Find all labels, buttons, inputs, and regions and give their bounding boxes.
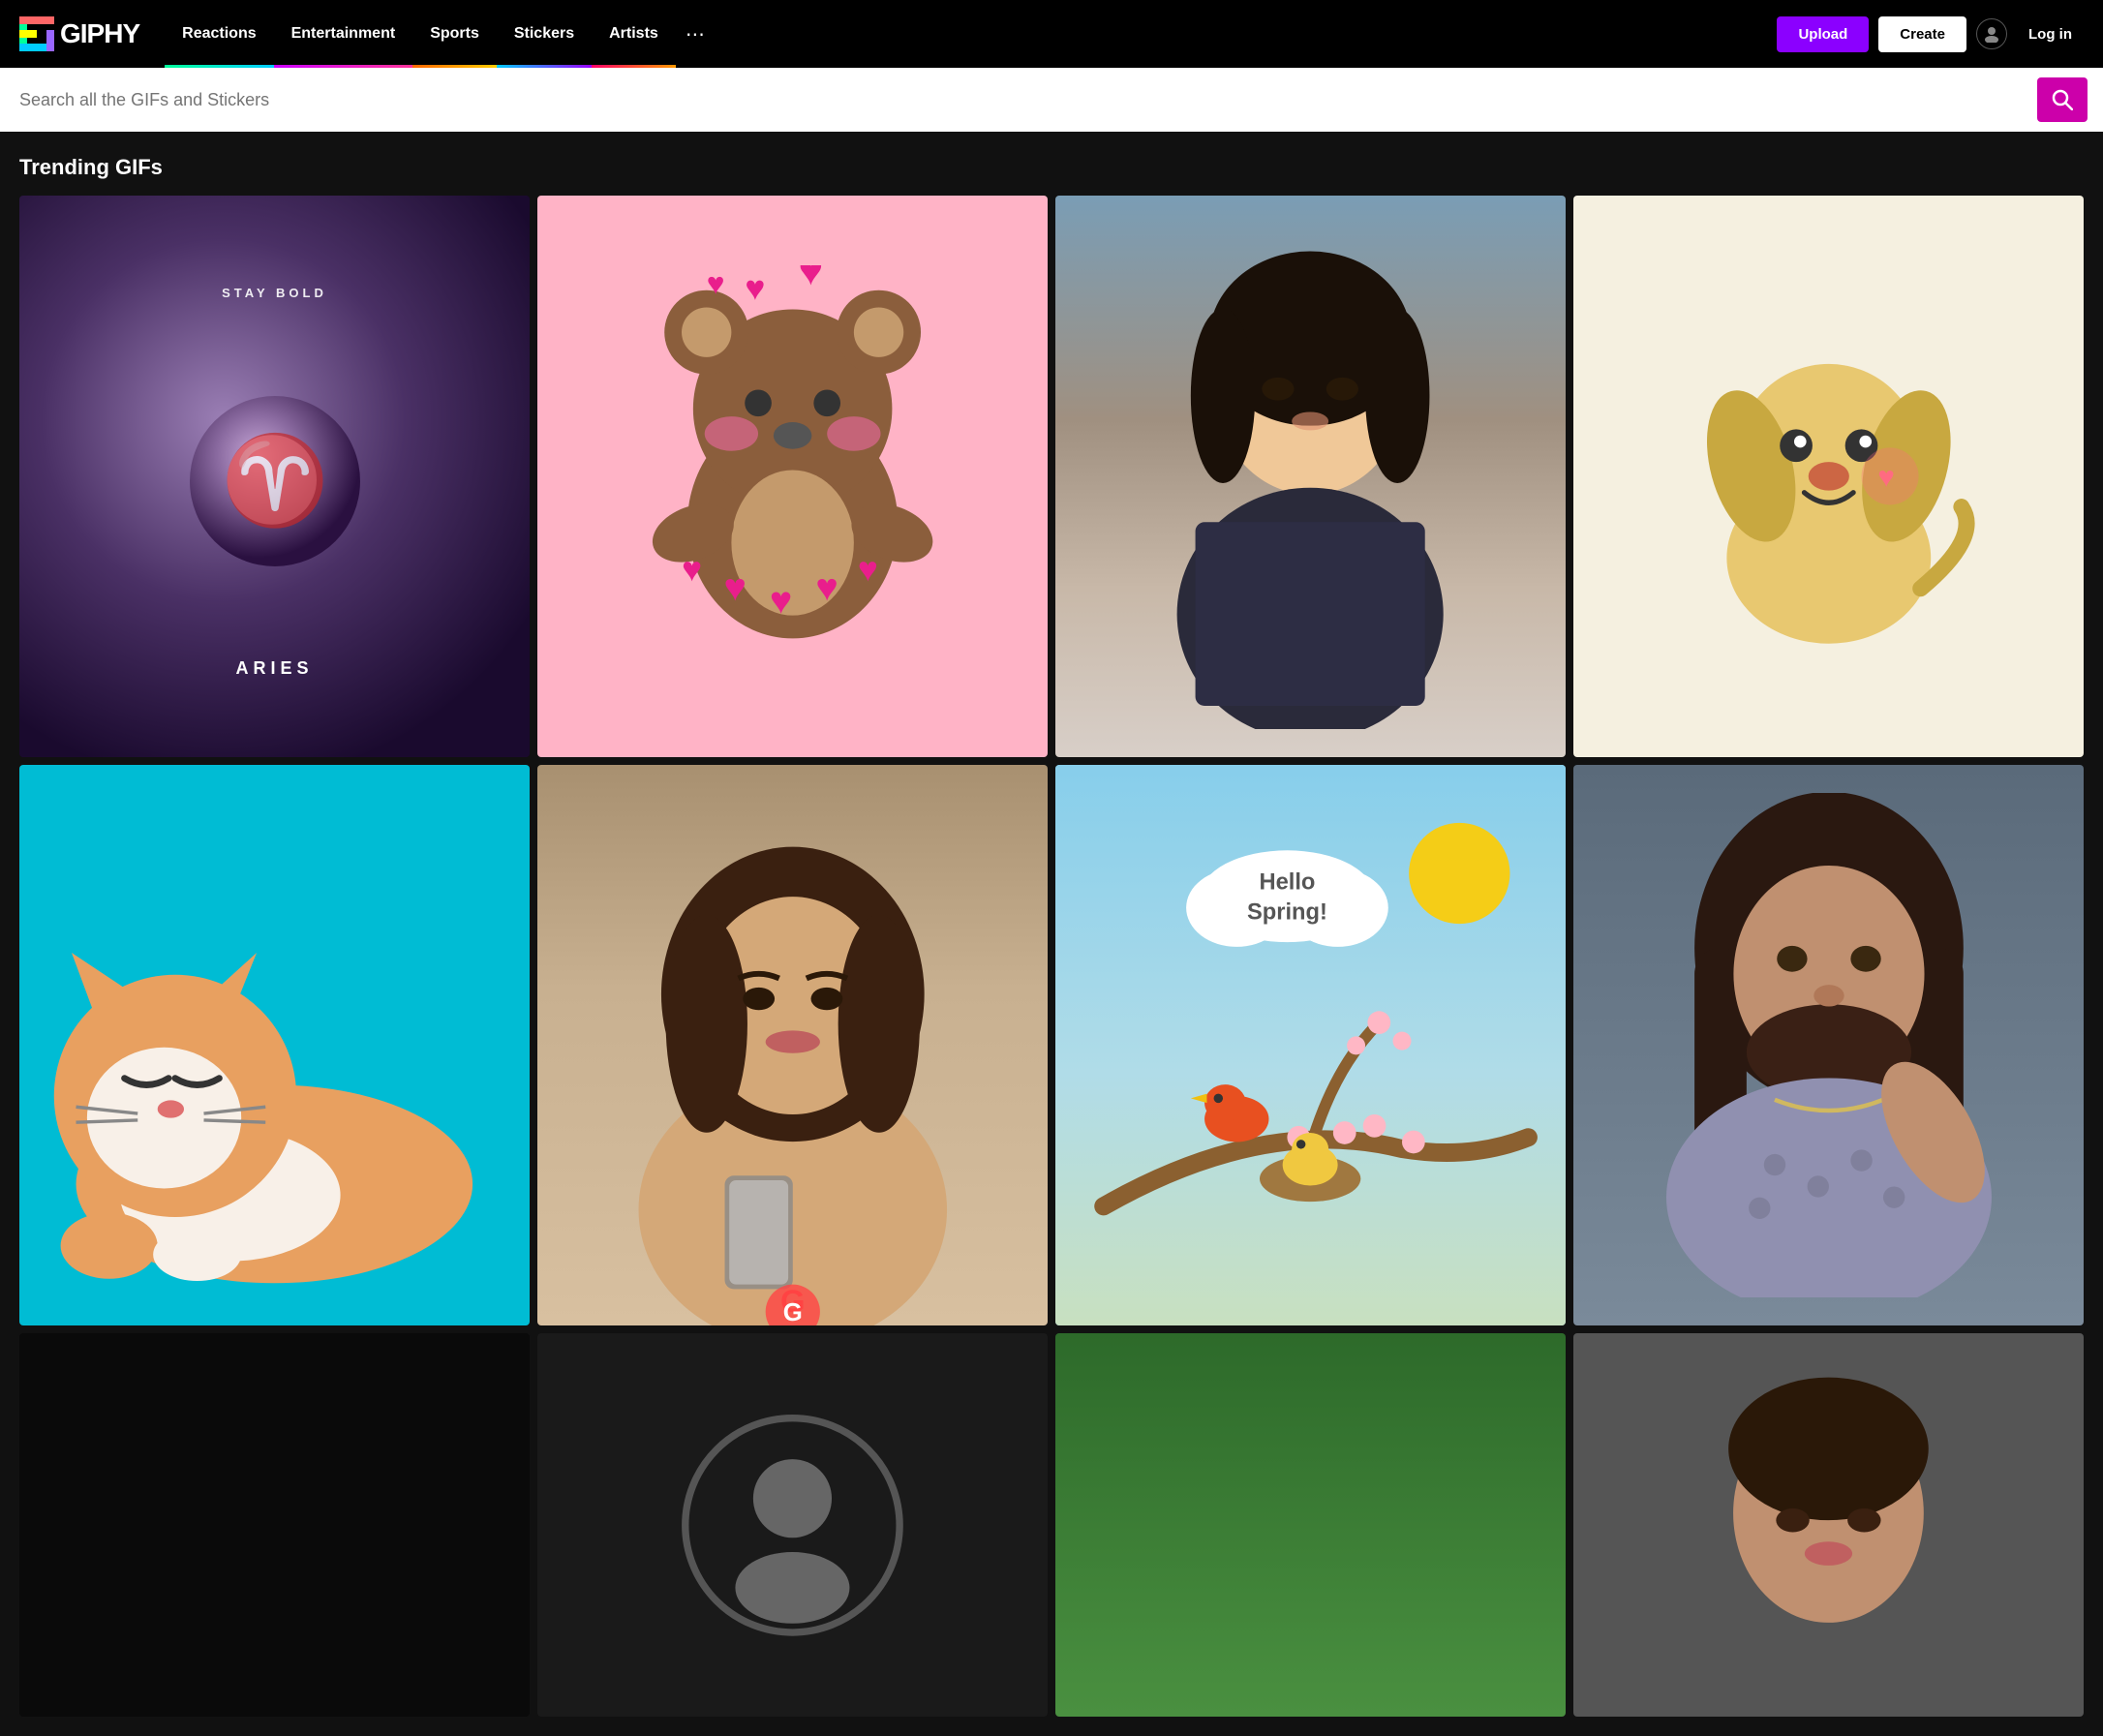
face-svg <box>1650 1372 2007 1678</box>
svg-text:♥: ♥ <box>682 551 702 590</box>
search-bar <box>0 68 2103 132</box>
dog-svg: ♥ <box>1625 252 2033 701</box>
person-svg <box>1081 224 1539 729</box>
svg-text:♥: ♥ <box>858 551 878 590</box>
gif-bottom-green[interactable] <box>1055 1333 1566 1716</box>
gif-jason[interactable] <box>1573 765 2084 1326</box>
trending-title: Trending GIFs <box>19 155 2084 180</box>
user-icon[interactable] <box>1976 18 2007 49</box>
gif-dog[interactable]: ♥ <box>1573 196 2084 757</box>
gif-grid-row2: G G Hello Spring! <box>19 765 2084 1326</box>
moon-svg: ♈ <box>188 394 362 568</box>
gif-cat[interactable] <box>19 765 530 1326</box>
svg-text:Spring!: Spring! <box>1247 899 1327 925</box>
svg-text:♥: ♥ <box>723 566 746 609</box>
svg-text:♥: ♥ <box>798 265 823 294</box>
nav-links: Reactions Entertainment Sports Stickers … <box>165 0 1767 68</box>
gif-spring[interactable]: Hello Spring! <box>1055 765 1566 1326</box>
gif-bottom-face[interactable] <box>1573 1333 2084 1716</box>
nav-item-sports[interactable]: Sports <box>412 0 497 68</box>
svg-text:♥: ♥ <box>745 269 765 308</box>
navbar: GIPHY Reactions Entertainment Sports Sti… <box>0 0 2103 68</box>
gif-person[interactable] <box>1055 196 1566 757</box>
moon-bottom-text: Aries <box>235 658 313 679</box>
circle-svg <box>614 1391 971 1660</box>
svg-text:♥: ♥ <box>770 580 792 623</box>
nav-item-entertainment[interactable]: Entertainment <box>274 0 413 68</box>
nav-item-stickers[interactable]: Stickers <box>497 0 592 68</box>
jason-svg <box>1612 793 2046 1298</box>
giphy-logo-text: GIPHY <box>60 18 139 49</box>
svg-text:♥: ♥ <box>707 266 725 301</box>
more-menu-button[interactable]: ⋯ <box>676 0 715 68</box>
spring-svg: Hello Spring! <box>1081 793 1539 1298</box>
kim-svg: G G <box>589 821 997 1326</box>
search-button[interactable] <box>2037 77 2088 122</box>
svg-text:♥: ♥ <box>815 566 838 609</box>
moon-top-text: Stay Bold <box>222 286 327 300</box>
search-icon <box>2052 89 2073 110</box>
bear-svg: ♥ ♥ ♥ ♥ ♥ ♥ ♥ ♥ <box>601 265 984 686</box>
nav-right: Upload Create Log in <box>1777 16 2084 52</box>
user-avatar-icon <box>1983 25 2000 43</box>
gif-grid-row1: Stay Bold ♈ Aries <box>19 196 2084 757</box>
svg-text:Hello: Hello <box>1260 869 1316 895</box>
svg-text:♈: ♈ <box>220 431 328 530</box>
gif-bear[interactable]: ♥ ♥ ♥ ♥ ♥ ♥ ♥ ♥ <box>537 196 1048 757</box>
nav-item-artists[interactable]: Artists <box>592 0 676 68</box>
giphy-logo-icon <box>19 16 54 51</box>
svg-text:♥: ♥ <box>1877 461 1895 493</box>
search-input[interactable] <box>15 82 2037 118</box>
upload-button[interactable]: Upload <box>1777 16 1869 52</box>
gif-grid-row3 <box>19 1333 2084 1735</box>
nav-item-reactions[interactable]: Reactions <box>165 0 273 68</box>
login-button[interactable]: Log in <box>2017 16 2084 52</box>
gif-bottom-circle[interactable] <box>537 1333 1048 1716</box>
gif-bottom-dark[interactable] <box>19 1333 530 1716</box>
cat-svg <box>32 875 517 1317</box>
svg-text:G: G <box>782 1299 802 1326</box>
gif-aries[interactable]: Stay Bold ♈ Aries <box>19 196 530 757</box>
logo[interactable]: GIPHY <box>19 16 139 51</box>
gif-kim[interactable]: G G <box>537 765 1048 1326</box>
create-button[interactable]: Create <box>1878 16 1966 52</box>
trending-section: Trending GIFs Stay Bold <box>0 132 2103 1736</box>
